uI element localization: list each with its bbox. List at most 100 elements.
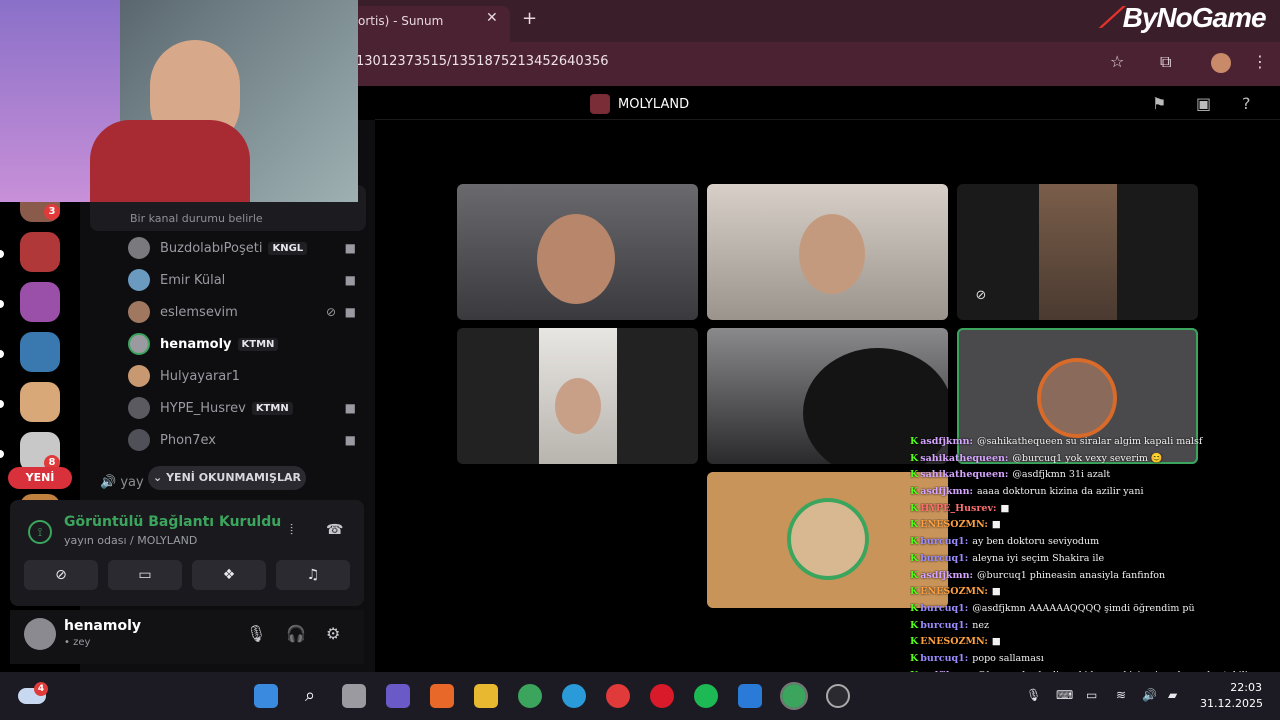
app-icon[interactable] bbox=[738, 684, 762, 708]
avatar bbox=[128, 237, 150, 259]
volume-icon[interactable]: 🔊 bbox=[1142, 688, 1157, 702]
chat-text: ■ bbox=[991, 586, 1001, 598]
voice-user-eslemsevim[interactable]: eslemsevim ⊘ ■ bbox=[128, 300, 364, 324]
voice-user-hype-husrev[interactable]: HYPE_Husrev KTMN ■ bbox=[128, 396, 364, 420]
avatar[interactable] bbox=[24, 618, 56, 650]
chat-message: Kasdfjkmn: aaaa doktorun kizina da azilir… bbox=[910, 486, 1280, 503]
chat-username: HYPE_Husrev: bbox=[920, 502, 997, 514]
voice-user-emir-kulal[interactable]: Emir Külal ■ bbox=[128, 268, 364, 292]
user-tag: KNGL bbox=[268, 241, 308, 255]
status-hint-text: Bir kanal durumu belirle bbox=[130, 212, 263, 225]
chat-message: Kburcuq1: nez bbox=[910, 620, 1280, 637]
chat-text: @asdfjkmn 31i azalt bbox=[1012, 469, 1111, 481]
weather-icon[interactable]: 4 bbox=[18, 682, 48, 708]
store-icon[interactable] bbox=[430, 684, 454, 708]
streamer-webcam bbox=[0, 0, 358, 202]
voice-user-name: HYPE_Husrev bbox=[160, 400, 246, 416]
opera-icon[interactable] bbox=[650, 684, 674, 708]
voice-user-phon7ex[interactable]: Phon7ex ■ bbox=[128, 428, 364, 452]
new-badge[interactable]: YENİ bbox=[8, 467, 72, 489]
video-tile-4[interactable] bbox=[457, 328, 698, 464]
voice-status[interactable]: Görüntülü Bağlantı Kuruldu bbox=[64, 514, 281, 530]
url-text[interactable]: 13012373515/1351875213452640356 bbox=[356, 54, 609, 69]
noise-suppression-icon[interactable]: ⦙ bbox=[290, 522, 293, 538]
flag-icon[interactable]: ⚑ bbox=[1152, 94, 1166, 113]
clock[interactable]: 22:03 31.12.2025 bbox=[1200, 680, 1263, 712]
voice-user-name: BuzdolabıPoşeti bbox=[160, 240, 263, 256]
chrome-icon[interactable] bbox=[518, 684, 542, 708]
display-icon[interactable]: ▭ bbox=[1086, 688, 1097, 702]
chat-text: ■ bbox=[991, 636, 1001, 648]
edge-icon[interactable] bbox=[562, 684, 586, 708]
voice-user-henamoly[interactable]: henamoly KTMN bbox=[128, 332, 364, 356]
disconnect-icon[interactable]: ☎ bbox=[326, 522, 343, 538]
chat-username: ENESOZMN: bbox=[920, 519, 988, 531]
menu-dots-icon[interactable]: ⋮ bbox=[1252, 52, 1268, 71]
new-tab-button[interactable]: + bbox=[522, 8, 537, 29]
youtube-icon[interactable] bbox=[606, 684, 630, 708]
chat-text: @sahikathequeen su siralar algim kapali … bbox=[976, 436, 1203, 447]
profile-avatar[interactable] bbox=[1211, 53, 1231, 73]
keyboard-icon[interactable]: ⌨ bbox=[1056, 688, 1073, 702]
chat-message: Kasdfjkmn: @sahikathequeen su siralar alg… bbox=[910, 436, 1280, 453]
channel-partial[interactable]: 🔊 yay bbox=[100, 475, 144, 490]
voice-user-buzdolabiposeti[interactable]: BuzdolabıPoşeti KNGL ■ bbox=[128, 236, 364, 260]
task-view-icon[interactable] bbox=[342, 684, 366, 708]
activities-button[interactable]: ❖ bbox=[192, 560, 266, 590]
file-explorer-icon[interactable] bbox=[474, 684, 498, 708]
avatar bbox=[128, 365, 150, 387]
search-icon[interactable]: ⌕ bbox=[298, 684, 322, 708]
chat-text: ay ben doktoru seviyodum bbox=[972, 536, 1100, 548]
chat-username: burcuq1: bbox=[920, 536, 969, 548]
signal-icon[interactable]: ⟟ bbox=[28, 520, 52, 544]
close-tab-icon[interactable]: ✕ bbox=[486, 10, 498, 26]
camera-icon: ■ bbox=[344, 433, 356, 447]
soundboard-button[interactable]: ♫ bbox=[276, 560, 350, 590]
wifi-icon[interactable]: ≋ bbox=[1116, 688, 1126, 702]
kick-badge-icon: K bbox=[910, 602, 919, 614]
chat-username: burcuq1: bbox=[920, 652, 969, 664]
microphone-icon[interactable]: 🎙 bbox=[246, 624, 266, 643]
chat-message: Kburcuq1: @asdfjkmn AAAAAAQQQQ şimdi öğre… bbox=[910, 603, 1280, 620]
obs-icon[interactable] bbox=[826, 684, 850, 708]
server-icon-2[interactable] bbox=[20, 232, 60, 272]
chat-username: burcuq1: bbox=[920, 619, 969, 631]
server-icon-3[interactable] bbox=[20, 282, 60, 322]
voice-location[interactable]: yayın odası / MOLYLAND bbox=[64, 534, 197, 547]
headphones-icon[interactable]: 🎧 bbox=[286, 624, 306, 643]
chat-username: asdfjkmn: bbox=[920, 569, 973, 581]
kick-badge-icon: K bbox=[910, 452, 919, 464]
teams-icon[interactable] bbox=[386, 684, 410, 708]
new-unreads-pill[interactable]: ⌄ YENİ OKUNMAMIŞLAR bbox=[148, 466, 306, 490]
server-icon-4[interactable] bbox=[20, 332, 60, 372]
server-icon-5[interactable] bbox=[20, 382, 60, 422]
voice-user-hulyayarar1[interactable]: Hulyayarar1 bbox=[128, 364, 364, 388]
server-title: MOLYLAND bbox=[590, 94, 689, 114]
user-status: • zey bbox=[64, 637, 91, 648]
extensions-icon[interactable]: ⧉ bbox=[1160, 52, 1171, 72]
kick-badge-icon: K bbox=[910, 569, 919, 581]
video-tile-2[interactable] bbox=[707, 184, 948, 320]
star-icon[interactable]: ☆ bbox=[1110, 52, 1124, 71]
camera-toggle-button[interactable]: ⊘ bbox=[24, 560, 98, 590]
camera-icon: ■ bbox=[344, 305, 356, 319]
gear-icon[interactable]: ⚙ bbox=[326, 624, 340, 643]
battery-icon[interactable]: ▰ bbox=[1168, 688, 1177, 702]
chat-text: aaaa doktorun kizina da azilir yani bbox=[976, 486, 1144, 498]
microphone-icon[interactable]: 🎙 bbox=[1026, 688, 1041, 702]
chat-username: asdfjkmn: bbox=[920, 486, 973, 498]
help-icon[interactable]: ? bbox=[1242, 94, 1251, 113]
spotify-icon[interactable] bbox=[694, 684, 718, 708]
screen-share-button[interactable]: ▭ bbox=[108, 560, 182, 590]
server-name: MOLYLAND bbox=[618, 96, 690, 112]
chat-text: @burcuq1 yok vexy severim 😊 bbox=[1012, 452, 1163, 464]
video-tile-1[interactable] bbox=[457, 184, 698, 320]
screen-icon[interactable]: ▣ bbox=[1196, 94, 1211, 113]
kick-badge-icon: K bbox=[910, 619, 919, 631]
kick-badge-icon: K bbox=[910, 636, 919, 648]
clock-date: 31.12.2025 bbox=[1200, 697, 1263, 710]
participant-avatar bbox=[1037, 358, 1117, 438]
start-icon[interactable] bbox=[254, 684, 278, 708]
chat-message: K ENESOZMN: ■ bbox=[910, 586, 1280, 603]
chrome-profile-icon[interactable] bbox=[780, 682, 808, 710]
